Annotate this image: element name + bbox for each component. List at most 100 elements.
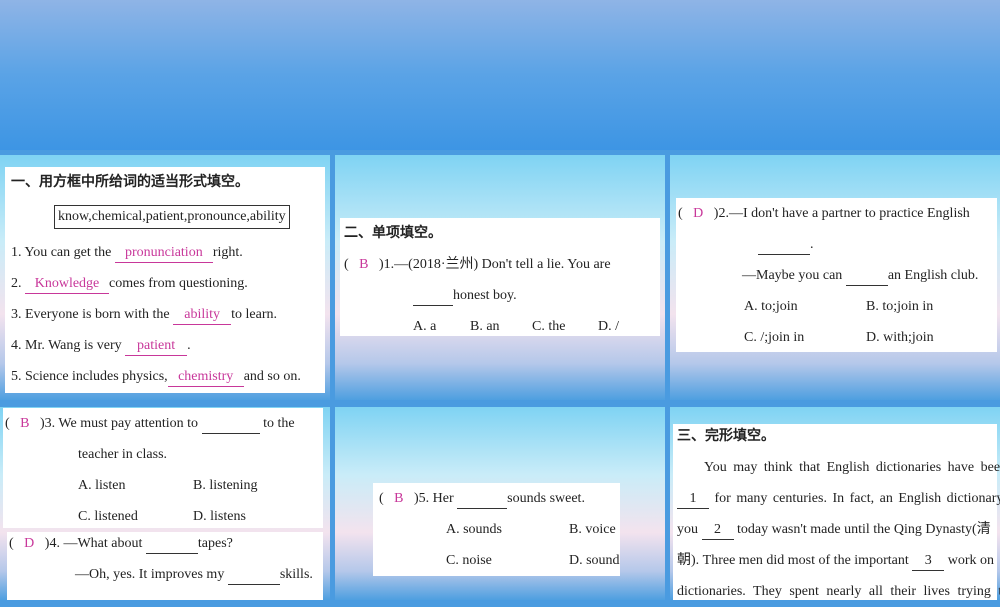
blank-number: 1 — [677, 490, 709, 509]
question-text: )4. —What about — [45, 536, 143, 551]
question-text: tapes? — [198, 536, 233, 551]
passage-text: for many centuries. In fact, an English … — [715, 491, 1000, 506]
item-text: to learn. — [231, 307, 277, 322]
passage-line: dictionaries. They spent nearly all thei… — [677, 576, 1000, 607]
answer: pronunciation — [115, 244, 213, 263]
section-title: 三、完形填空。 — [677, 421, 775, 452]
section3-card: 三、完形填空。 You may think that English dicti… — [673, 424, 997, 600]
blank — [202, 415, 260, 434]
q4-card: ( D )4. —What about tapes? —Oh, yes. It … — [7, 532, 323, 600]
answer: D — [24, 536, 34, 551]
blank — [146, 535, 198, 554]
question-text: honest boy. — [453, 288, 517, 303]
item-text: 3. Everyone is born with the — [11, 307, 170, 322]
answer: chemistry — [168, 368, 244, 387]
passage-text: 朝). Three men did most of the important — [677, 553, 909, 568]
option: C. the — [532, 311, 565, 342]
question-text: —Maybe you can — [742, 268, 842, 283]
answer: ability — [173, 306, 231, 325]
passage-line: 朝). Three men did most of the important … — [677, 545, 994, 576]
option: C. /;join in — [744, 322, 804, 353]
passage-text: work on — [948, 553, 994, 568]
question-2-cont: . — [758, 229, 814, 260]
section-title: 二、单项填空。 — [344, 218, 442, 249]
question-text: skills. — [280, 567, 313, 582]
q2-card: ( D )2.—I don't have a partner to practi… — [676, 198, 997, 352]
question-3: ( B )3. We must pay attention to to the — [5, 408, 295, 439]
panel-q5: ( B )5. Her sounds sweet. A. sounds B. v… — [335, 407, 665, 600]
question-text: . — [810, 237, 814, 252]
blank — [228, 566, 280, 585]
passage-text: today wasn't made until the Qing Dynasty… — [737, 522, 991, 537]
answer: B — [359, 257, 368, 272]
question-1: ( B )1.—(2018·兰州) Don't tell a lie. You … — [344, 249, 611, 280]
option: A. sounds — [446, 514, 502, 545]
question-text: —Oh, yes. It improves my — [75, 567, 224, 582]
list-item: 3. Everyone is born with the abilityto l… — [11, 299, 277, 330]
item-text: and so on. — [244, 369, 301, 384]
passage-line: you 2 today wasn't made until the Qing D… — [677, 514, 991, 545]
passage-line: 1 for many centuries. In fact, an Englis… — [677, 483, 1000, 514]
panel-section1: 一、用方框中所给词的适当形式填空。 know,chemical,patient,… — [0, 155, 330, 400]
list-item: 4. Mr. Wang is very patient. — [11, 330, 191, 361]
panel-section3: 三、完形填空。 You may think that English dicti… — [670, 407, 1000, 600]
blank — [413, 287, 453, 306]
question-text: sounds sweet. — [507, 491, 585, 506]
option: D. / — [598, 311, 619, 342]
answer: B — [394, 491, 403, 506]
question-text: )1.—(2018·兰州) Don't tell a lie. You are — [379, 257, 611, 272]
list-item: 2. Knowledgecomes from questioning. — [11, 268, 248, 299]
question-text: )3. We must pay attention to — [40, 416, 198, 431]
question-4-reply: —Oh, yes. It improves my skills. — [75, 559, 313, 590]
option: B. to;join in — [866, 291, 933, 322]
question-3-cont: teacher in class. — [78, 439, 167, 470]
item-text: 1. You can get the — [11, 245, 111, 260]
question-text: )5. Her — [414, 491, 454, 506]
answer: D — [693, 206, 703, 221]
item-text: 5. Science includes physics, — [11, 369, 168, 384]
question-2: ( D )2.—I don't have a partner to practi… — [678, 198, 970, 229]
list-item: 1. You can get the pronunciationright. — [11, 237, 243, 268]
q5-card: ( B )5. Her sounds sweet. A. sounds B. v… — [373, 483, 620, 576]
header-banner — [0, 0, 1000, 150]
blank — [846, 267, 888, 286]
answer: Knowledge — [25, 275, 109, 294]
blank — [758, 236, 810, 255]
question-2-reply: —Maybe you can an English club. — [742, 260, 978, 291]
q3-card: ( B )3. We must pay attention to to the … — [3, 408, 323, 528]
item-text: 4. Mr. Wang is very — [11, 338, 122, 353]
option: A. listen — [78, 470, 125, 501]
option: A. a — [413, 311, 436, 342]
question-1-cont: honest boy. — [413, 280, 517, 311]
blank-number: 3 — [912, 552, 944, 571]
question-text: an English club. — [888, 268, 979, 283]
question-text: to the — [263, 416, 295, 431]
panel-q3-q4: ( B )3. We must pay attention to to the … — [0, 407, 330, 600]
option: C. noise — [446, 545, 492, 576]
item-text: . — [187, 338, 191, 353]
question-4: ( D )4. —What about tapes? — [9, 528, 233, 559]
question-text: )2.—I don't have a partner to practice E… — [714, 206, 970, 221]
panel-q1: 二、单项填空。 ( B )1.—(2018·兰州) Don't tell a l… — [335, 155, 665, 400]
q1-card: 二、单项填空。 ( B )1.—(2018·兰州) Don't tell a l… — [340, 218, 660, 336]
blank — [457, 490, 507, 509]
option: B. an — [470, 311, 500, 342]
item-text: 2. — [11, 276, 22, 291]
list-item: 5. Science includes physics,chemistryand… — [11, 361, 301, 392]
option: B. voice — [569, 514, 616, 545]
question-5: ( B )5. Her sounds sweet. — [379, 483, 585, 514]
item-text: right. — [213, 245, 243, 260]
section1-card: 一、用方框中所给词的适当形式填空。 know,chemical,patient,… — [5, 167, 325, 393]
blank-number: 2 — [702, 521, 734, 540]
passage-line: You may think that English dictionaries … — [704, 452, 1000, 483]
option: A. to;join — [744, 291, 798, 322]
passage-text: you — [677, 522, 698, 537]
answer: B — [20, 416, 29, 431]
option: D. sound — [569, 545, 620, 576]
word-box: know,chemical,patient,pronounce,ability — [54, 205, 290, 229]
option: D. with;join — [866, 322, 934, 353]
answer: patient — [125, 337, 187, 356]
option: B. listening — [193, 470, 258, 501]
panel-q2: ( D )2.—I don't have a partner to practi… — [670, 155, 1000, 400]
section-title: 一、用方框中所给词的适当形式填空。 — [11, 167, 249, 198]
